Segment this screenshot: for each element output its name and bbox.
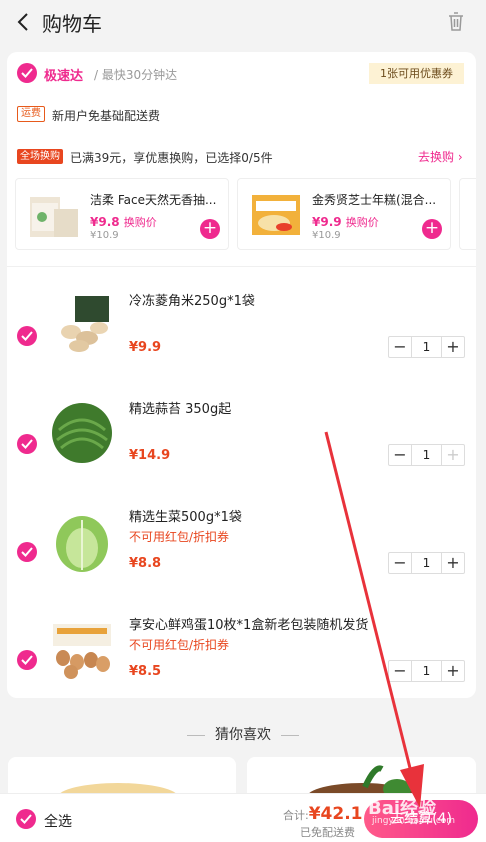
swap-product-card[interactable]: 洁柔 Face天然无香抽... ¥9.8 换购价 ¥10.9 + bbox=[15, 178, 229, 250]
quantity-value[interactable]: 1 bbox=[411, 337, 442, 357]
swap-product-name: 金秀贤芝士年糕(混合... bbox=[312, 193, 437, 207]
quantity-stepper: − 1 + bbox=[388, 660, 465, 682]
eggs-image bbox=[53, 624, 111, 679]
page-title: 购物车 bbox=[42, 12, 102, 36]
item-price: ¥9.9 bbox=[129, 340, 162, 355]
recommend-card[interactable] bbox=[8, 757, 236, 811]
swap-product-card[interactable]: 金秀贤芝士年糕(混合... ¥9.9 换购价 ¥10.9 + bbox=[237, 178, 451, 250]
item-name: 精选蒜苔 350g起 bbox=[129, 402, 232, 417]
lettuce-image bbox=[56, 516, 108, 572]
quantity-value[interactable]: 1 bbox=[411, 553, 442, 573]
recommend-card[interactable] bbox=[247, 757, 476, 811]
cart-item[interactable]: 冷冻菱角米250g*1袋 ¥9.9 − 1 + bbox=[7, 286, 476, 386]
cart-item[interactable]: 享安心鲜鸡蛋10枚*1盒新老包装随机发货 不可用红包/折扣券 ¥8.5 − 1 … bbox=[7, 610, 476, 710]
rice-cake-product-image bbox=[252, 195, 300, 235]
tissue-product-image bbox=[30, 197, 78, 237]
coupon-badge[interactable]: 1张可用优惠券 bbox=[369, 63, 464, 84]
recommend-product-image bbox=[307, 765, 417, 811]
back-icon[interactable] bbox=[12, 10, 36, 34]
fee-tag: 运费 bbox=[17, 106, 45, 122]
item-price: ¥14.9 bbox=[129, 448, 171, 463]
increase-button[interactable]: + bbox=[442, 661, 464, 681]
item-coupon-warning: 不可用红包/折扣券 bbox=[129, 638, 230, 652]
divider bbox=[7, 266, 476, 267]
recommend-product-image bbox=[58, 783, 178, 811]
swap-product-original-price: ¥10.9 bbox=[90, 230, 119, 241]
quantity-value[interactable]: 1 bbox=[411, 445, 442, 465]
decrease-button[interactable]: − bbox=[389, 337, 411, 357]
water-chestnut-image bbox=[61, 296, 109, 352]
item-price: ¥8.5 bbox=[129, 664, 162, 679]
swap-product-original-price: ¥10.9 bbox=[312, 230, 341, 241]
fee-text: 新用户免基础配送费 bbox=[52, 109, 161, 123]
select-all-checkbox[interactable] bbox=[16, 809, 36, 829]
deal-text: 已满39元，享优惠换购，已选择0/5件 bbox=[70, 151, 273, 165]
item-name: 享安心鲜鸡蛋10枚*1盒新老包装随机发货 bbox=[129, 618, 369, 633]
item-name: 冷冻菱角米250g*1袋 bbox=[129, 294, 255, 309]
cart-card: 极速达 / 最快30分钟达 1张可用优惠券 运费 新用户免基础配送费 全场换购 … bbox=[7, 52, 476, 698]
quantity-stepper: − 1 + bbox=[388, 336, 465, 358]
swap-product-card-partial bbox=[459, 178, 476, 250]
cart-item[interactable]: 精选生菜500g*1袋 不可用红包/折扣券 ¥8.8 − 1 + bbox=[7, 502, 476, 602]
swap-product-name: 洁柔 Face天然无香抽... bbox=[90, 193, 216, 207]
total-price: 合计:¥42.1 bbox=[283, 804, 363, 824]
swap-link[interactable]: 去换购 › bbox=[418, 148, 463, 165]
increase-button[interactable]: + bbox=[442, 337, 464, 357]
item-checkbox[interactable] bbox=[17, 542, 37, 562]
decrease-button[interactable]: − bbox=[389, 553, 411, 573]
swap-product-price: ¥9.8 换购价 bbox=[90, 215, 157, 229]
select-all-label[interactable]: 全选 bbox=[44, 811, 72, 831]
item-checkbox[interactable] bbox=[17, 326, 37, 346]
recommend-heading: 猜你喜欢 bbox=[0, 724, 486, 744]
swap-product-price: ¥9.9 换购价 bbox=[312, 215, 379, 229]
header-bar: 购物车 bbox=[0, 0, 486, 44]
decrease-button[interactable]: − bbox=[389, 445, 411, 465]
item-price: ¥8.8 bbox=[129, 556, 162, 571]
quantity-stepper: − 1 + bbox=[388, 444, 465, 466]
decrease-button[interactable]: − bbox=[389, 661, 411, 681]
watermark-url: jingyan.baidu.com bbox=[372, 816, 456, 826]
quantity-value[interactable]: 1 bbox=[411, 661, 442, 681]
store-checkbox[interactable] bbox=[17, 63, 37, 83]
trash-icon[interactable] bbox=[446, 10, 466, 32]
increase-button[interactable]: + bbox=[442, 553, 464, 573]
deal-tag: 全场换购 bbox=[17, 149, 63, 164]
garlic-stem-image bbox=[52, 403, 112, 463]
cart-item[interactable]: 精选蒜苔 350g起 ¥14.9 − 1 + bbox=[7, 394, 476, 494]
free-delivery-text: 已免配送费 bbox=[300, 826, 355, 839]
quantity-stepper: − 1 + bbox=[388, 552, 465, 574]
add-swap-button[interactable]: + bbox=[200, 219, 220, 239]
store-delivery-time: / 最快30分钟达 bbox=[94, 68, 178, 82]
item-checkbox[interactable] bbox=[17, 650, 37, 670]
increase-button[interactable]: + bbox=[442, 445, 464, 465]
item-coupon-warning: 不可用红包/折扣券 bbox=[129, 530, 230, 544]
item-name: 精选生菜500g*1袋 bbox=[129, 510, 242, 525]
store-name[interactable]: 极速达 bbox=[44, 65, 83, 84]
add-swap-button[interactable]: + bbox=[422, 219, 442, 239]
item-checkbox[interactable] bbox=[17, 434, 37, 454]
